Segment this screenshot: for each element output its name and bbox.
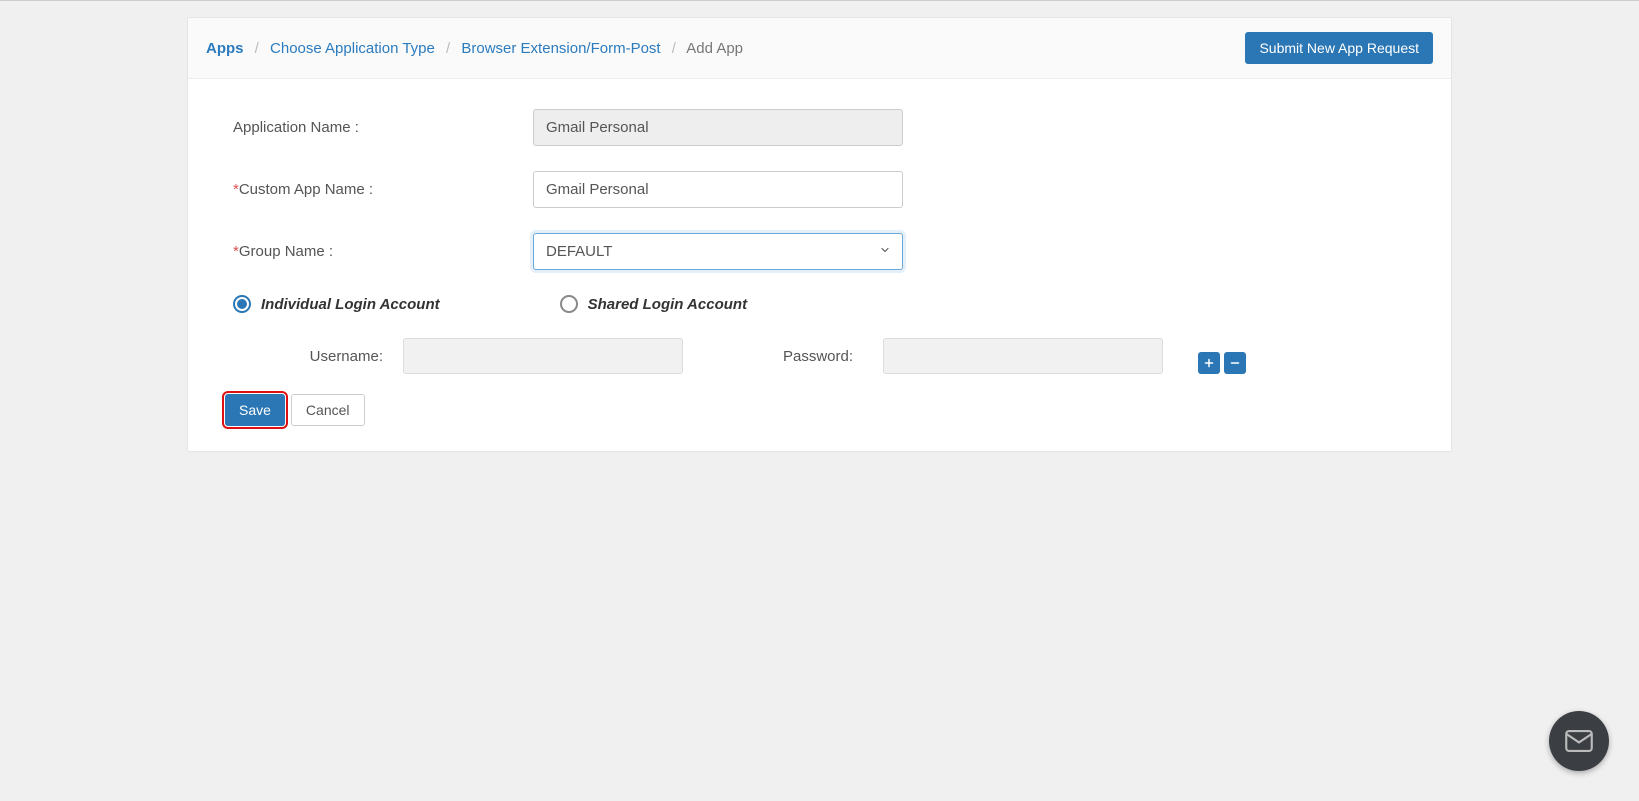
label-group-name: *Group Name : bbox=[233, 243, 533, 260]
breadcrumb-separator: / bbox=[446, 40, 450, 57]
label-app-name: Application Name : bbox=[233, 119, 533, 136]
main-panel: Apps / Choose Application Type / Browser… bbox=[187, 17, 1452, 452]
breadcrumb-link-choose-type[interactable]: Choose Application Type bbox=[270, 40, 435, 57]
radio-unselected-icon bbox=[560, 295, 578, 313]
group-name-select[interactable]: DEFAULT bbox=[533, 233, 903, 270]
radio-individual-login[interactable]: Individual Login Account bbox=[233, 295, 440, 313]
save-button[interactable]: Save bbox=[225, 394, 285, 426]
mail-icon bbox=[1562, 724, 1596, 758]
username-input[interactable] bbox=[403, 338, 683, 374]
contact-mail-fab[interactable] bbox=[1549, 711, 1609, 771]
row-custom-name: *Custom App Name : bbox=[233, 171, 1406, 208]
label-custom-name-text: Custom App Name : bbox=[239, 181, 373, 198]
radio-selected-icon bbox=[233, 295, 251, 313]
breadcrumb: Apps / Choose Application Type / Browser… bbox=[206, 40, 743, 57]
breadcrumb-link-browser-ext[interactable]: Browser Extension/Form-Post bbox=[461, 40, 660, 57]
cancel-button[interactable]: Cancel bbox=[291, 394, 365, 426]
credentials-row: Username: Password: bbox=[233, 338, 1406, 374]
row-group-name: *Group Name : DEFAULT bbox=[233, 233, 1406, 270]
form-actions: Save Cancel bbox=[225, 394, 1406, 426]
group-name-select-wrap: DEFAULT bbox=[533, 233, 903, 270]
plus-icon bbox=[1203, 357, 1215, 369]
form-body: Application Name : *Custom App Name : *G… bbox=[188, 79, 1451, 451]
remove-row-button[interactable] bbox=[1224, 352, 1246, 374]
radio-individual-label: Individual Login Account bbox=[261, 296, 440, 313]
minus-icon bbox=[1229, 357, 1241, 369]
label-custom-name: *Custom App Name : bbox=[233, 181, 533, 198]
add-row-button[interactable] bbox=[1198, 352, 1220, 374]
submit-new-app-button[interactable]: Submit New App Request bbox=[1245, 32, 1433, 64]
application-name-input bbox=[533, 109, 903, 146]
add-remove-row-buttons bbox=[1198, 352, 1246, 374]
radio-shared-login[interactable]: Shared Login Account bbox=[560, 295, 747, 313]
breadcrumb-separator: / bbox=[672, 40, 676, 57]
group-name-value: DEFAULT bbox=[546, 243, 612, 260]
login-account-radio-group: Individual Login Account Shared Login Ac… bbox=[233, 295, 1406, 313]
password-input[interactable] bbox=[883, 338, 1163, 374]
custom-app-name-input[interactable] bbox=[533, 171, 903, 208]
label-group-name-text: Group Name : bbox=[239, 243, 333, 260]
breadcrumb-link-apps[interactable]: Apps bbox=[206, 40, 244, 57]
breadcrumb-bar: Apps / Choose Application Type / Browser… bbox=[188, 18, 1451, 79]
row-app-name: Application Name : bbox=[233, 109, 1406, 146]
label-password: Password: bbox=[783, 348, 883, 365]
breadcrumb-current: Add App bbox=[686, 40, 743, 57]
label-username: Username: bbox=[233, 348, 403, 365]
breadcrumb-separator: / bbox=[255, 40, 259, 57]
chevron-down-icon bbox=[879, 244, 891, 256]
radio-shared-label: Shared Login Account bbox=[588, 296, 747, 313]
